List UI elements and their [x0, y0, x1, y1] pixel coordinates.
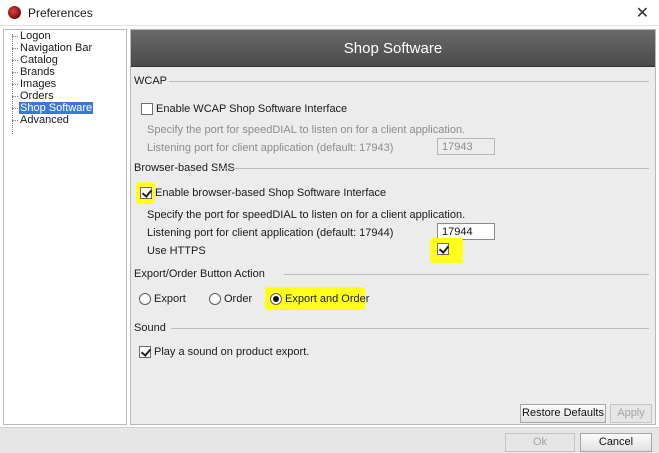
section-divider: [171, 328, 649, 329]
settings-panel: Shop Software WCAP Enable WCAP Shop Soft…: [130, 29, 656, 425]
browser-sms-enable-label: Enable browser-based Shop Software Inter…: [155, 187, 387, 199]
play-sound-checkbox[interactable]: [139, 346, 151, 358]
window-title: Preferences: [28, 6, 93, 20]
close-icon[interactable]: ✕: [636, 3, 649, 22]
apply-button[interactable]: Apply: [610, 404, 652, 423]
panel-header: Shop Software: [131, 30, 655, 67]
radio-export[interactable]: [139, 293, 151, 305]
panel-title: Shop Software: [343, 40, 443, 57]
browser-sms-enable-checkbox[interactable]: [140, 187, 152, 199]
restore-defaults-button[interactable]: Restore Defaults: [520, 404, 606, 423]
radio-order[interactable]: [209, 293, 221, 305]
play-sound-label: Play a sound on product export.: [154, 346, 310, 358]
ok-button[interactable]: Ok: [505, 433, 575, 452]
wcap-enable-checkbox[interactable]: [141, 103, 153, 115]
wcap-section-title: WCAP: [134, 75, 167, 87]
radio-export-label: Export: [154, 293, 186, 305]
wcap-enable-label: Enable WCAP Shop Software Interface: [156, 103, 348, 115]
use-https-label: Use HTTPS: [147, 245, 206, 257]
wcap-port-label: Listening port for client application (d…: [147, 142, 394, 154]
radio-export-and-order-label: Export and Order: [285, 293, 370, 305]
app-logo-icon: [8, 6, 21, 19]
export-order-section-title: Export/Order Button Action: [134, 268, 265, 280]
browser-sms-port-label: Listening port for client application (d…: [147, 227, 394, 239]
wcap-description: Specify the port for speedDIAL to listen…: [147, 124, 466, 136]
section-divider: [284, 274, 649, 275]
cancel-button[interactable]: Cancel: [580, 433, 652, 452]
radio-export-and-order[interactable]: [270, 293, 282, 305]
wcap-port-input[interactable]: [437, 138, 495, 155]
use-https-checkbox[interactable]: [437, 243, 449, 255]
preferences-nav-tree: Logon Navigation Bar Catalog Brands Imag…: [3, 29, 127, 425]
dialog-footer: Ok Cancel: [0, 427, 659, 453]
title-bar: Preferences ✕: [0, 0, 659, 26]
section-divider: [217, 168, 649, 169]
radio-order-label: Order: [224, 293, 253, 305]
sound-section-title: Sound: [134, 322, 166, 334]
section-divider: [169, 81, 649, 82]
browser-sms-description: Specify the port for speedDIAL to listen…: [147, 209, 466, 221]
